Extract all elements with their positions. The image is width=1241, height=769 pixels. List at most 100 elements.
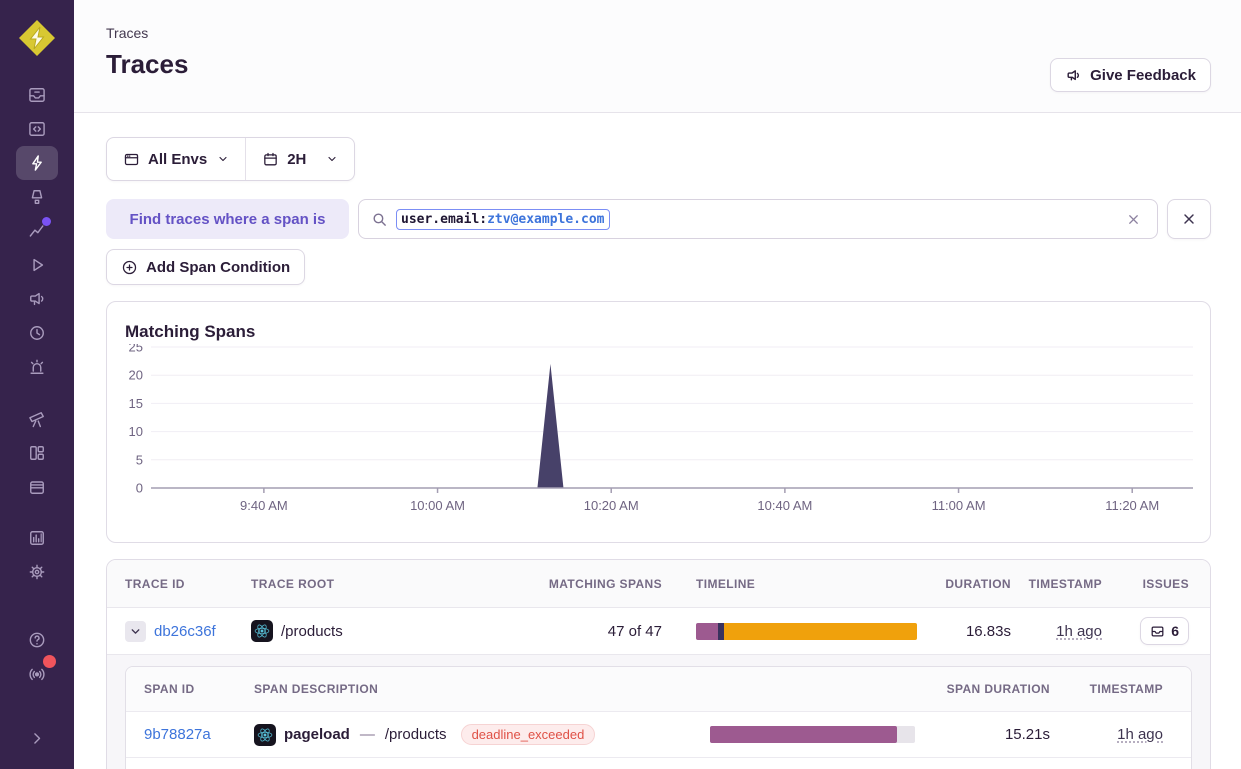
svg-text:5: 5	[136, 452, 143, 467]
trace-duration: 16.83s	[940, 623, 1027, 640]
span-status-badge: deadline_exceeded	[461, 724, 596, 745]
sidebar-item-stats[interactable]	[16, 521, 58, 555]
svg-text:11:00 AM: 11:00 AM	[932, 498, 986, 513]
where-label-pill: Find traces where a span is	[106, 199, 349, 239]
trace-row[interactable]: db26c36f /products 47 of 47	[107, 607, 1210, 654]
sidebar-bottom-group	[16, 623, 58, 761]
sidebar-item-settings[interactable]	[16, 555, 58, 589]
sidebar-item-discover[interactable]	[16, 402, 58, 436]
give-feedback-button[interactable]: Give Feedback	[1050, 58, 1211, 92]
trace-issues-button[interactable]: 6	[1140, 617, 1189, 645]
sidebar-item-explore-active[interactable]	[16, 146, 58, 180]
trace-timeline-bar[interactable]	[696, 623, 917, 640]
col-duration: DURATION	[940, 577, 1027, 591]
sidebar-item-projects[interactable]	[16, 112, 58, 146]
col-timeline: TIMELINE	[678, 577, 940, 591]
col-trace-root: TRACE ROOT	[251, 577, 491, 591]
matching-spans-panel: Matching Spans 05101520259:40 AM10:00 AM…	[106, 301, 1211, 543]
search-filter-token[interactable]: user.email:ztv@example.com	[396, 209, 610, 230]
remove-condition-button[interactable]	[1167, 199, 1211, 239]
svg-text:10:40 AM: 10:40 AM	[757, 498, 812, 513]
trace-issues-count: 6	[1171, 623, 1179, 639]
page-header: Traces Traces Give Feedback	[74, 0, 1241, 113]
span-id-link[interactable]: 9b78827a	[144, 726, 211, 743]
timeline-segment	[696, 623, 718, 640]
chevron-down-icon	[129, 625, 142, 638]
clear-search-icon[interactable]	[1122, 208, 1145, 231]
expanded-trace-section: SPAN ID SPAN DESCRIPTION SPAN DURATION T…	[107, 654, 1210, 769]
sidebar-item-dashboards[interactable]	[16, 436, 58, 470]
span-search-input[interactable]: user.email:ztv@example.com	[358, 199, 1158, 239]
sidebar-item-funnel[interactable]	[16, 180, 58, 214]
megaphone-icon	[1065, 67, 1082, 84]
sidebar-item-feedback[interactable]	[16, 282, 58, 316]
trace-id-link[interactable]: db26c36f	[154, 623, 216, 640]
sidebar-item-alerts[interactable]	[16, 350, 58, 384]
filter-bar: All Envs 2H	[106, 137, 355, 181]
span-timestamp[interactable]: 1h ago	[1117, 726, 1163, 743]
chevron-down-icon	[326, 153, 338, 165]
col-span-id: SPAN ID	[126, 682, 254, 696]
app-root: Traces Traces Give Feedback All Envs 2H	[0, 0, 1241, 769]
traces-table: TRACE ID TRACE ROOT MATCHING SPANS TIMEL…	[106, 559, 1211, 769]
sentry-logo[interactable]	[17, 18, 57, 58]
svg-text:11:20 AM: 11:20 AM	[1105, 498, 1159, 513]
date-range-filter[interactable]: 2H	[246, 138, 354, 180]
sidebar-item-history[interactable]	[16, 316, 58, 350]
content: All Envs 2H Find traces where a span is …	[74, 113, 1241, 769]
sidebar-item-replays[interactable]	[16, 248, 58, 282]
sidebar	[0, 0, 74, 769]
environment-filter-label: All Envs	[148, 151, 207, 168]
timeline-segment	[724, 623, 917, 640]
page-title: Traces	[106, 49, 1211, 80]
collapse-trace-button[interactable]	[125, 621, 146, 642]
matching-spans-value: 47 of 47	[491, 623, 678, 640]
span-duration: 15.21s	[945, 726, 1070, 743]
chevron-down-icon	[217, 153, 229, 165]
span-duration-fill	[710, 726, 897, 743]
add-span-condition-button[interactable]: Add Span Condition	[106, 249, 305, 285]
search-icon	[371, 211, 388, 228]
col-trace-id: TRACE ID	[107, 577, 251, 591]
add-span-condition-label: Add Span Condition	[146, 259, 290, 276]
sidebar-expand-button[interactable]	[16, 721, 58, 755]
svg-text:9:40 AM: 9:40 AM	[240, 498, 288, 513]
span-row[interactable]: 9b78827a pageload — /products deadline_e…	[126, 712, 1191, 757]
plus-circle-icon	[121, 259, 138, 276]
span-description: /products	[385, 726, 447, 743]
window-icon	[123, 151, 140, 168]
span-table: SPAN ID SPAN DESCRIPTION SPAN DURATION T…	[125, 666, 1192, 769]
svg-text:25: 25	[129, 344, 143, 355]
col-matching-spans: MATCHING SPANS	[491, 577, 678, 591]
react-icon	[254, 724, 276, 746]
svg-text:10: 10	[129, 424, 143, 439]
svg-text:0: 0	[136, 481, 143, 496]
notification-dot-purple	[42, 217, 51, 226]
notification-dot-red	[43, 655, 56, 668]
sidebar-item-issues[interactable]	[16, 78, 58, 112]
col-span-description: SPAN DESCRIPTION	[254, 682, 690, 696]
sidebar-item-help[interactable]	[16, 623, 58, 657]
trace-timestamp[interactable]: 1h ago	[1056, 623, 1102, 640]
span-op: pageload	[284, 726, 350, 743]
col-timestamp: TIMESTAMP	[1027, 577, 1118, 591]
breadcrumb[interactable]: Traces	[106, 0, 1211, 41]
col-issues: ISSUES	[1118, 577, 1211, 591]
trace-root-label: /products	[281, 623, 343, 640]
dash-separator: —	[360, 726, 375, 743]
give-feedback-label: Give Feedback	[1090, 67, 1196, 84]
span-condition-row: Find traces where a span is user.email:z…	[106, 199, 1211, 239]
sidebar-item-broadcast[interactable]	[16, 657, 58, 691]
span-row[interactable]: b7a7e441 ex http.server — GET /organizat…	[126, 757, 1191, 769]
svg-text:10:00 AM: 10:00 AM	[410, 498, 465, 513]
inbox-icon	[1150, 624, 1165, 639]
col-span-duration: SPAN DURATION	[945, 682, 1070, 696]
sidebar-item-archive[interactable]	[16, 470, 58, 504]
svg-text:15: 15	[129, 396, 143, 411]
svg-text:10:20 AM: 10:20 AM	[584, 498, 639, 513]
close-icon	[1181, 211, 1197, 227]
sidebar-item-insights[interactable]	[16, 214, 58, 248]
span-table-header: SPAN ID SPAN DESCRIPTION SPAN DURATION T…	[126, 667, 1191, 712]
environment-filter[interactable]: All Envs	[107, 138, 245, 180]
react-icon	[251, 620, 273, 642]
